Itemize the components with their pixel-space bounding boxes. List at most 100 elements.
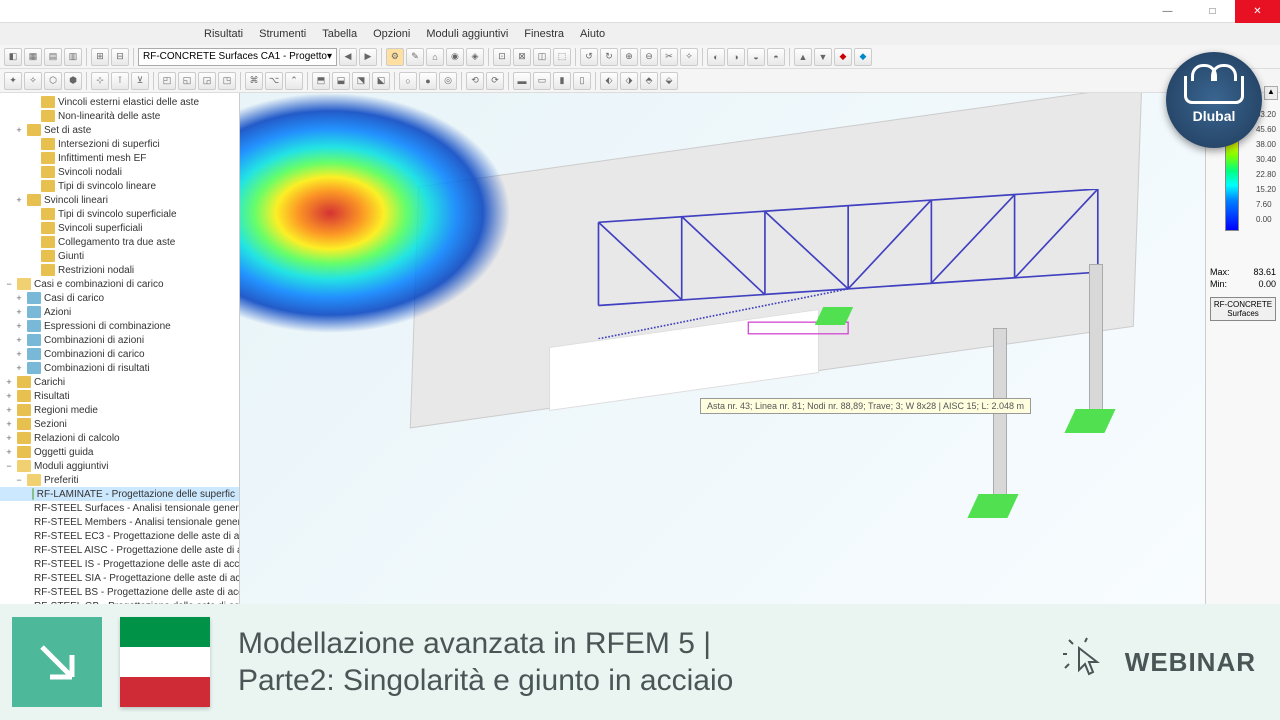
toolbar-button[interactable]: ▶ xyxy=(359,48,377,66)
toolbar-button[interactable]: ◐ xyxy=(707,48,725,66)
tree-item[interactable]: Infittimenti mesh EF xyxy=(0,151,239,165)
toolbar-button[interactable]: ▼ xyxy=(814,48,832,66)
toolbar-button[interactable]: ▮ xyxy=(553,72,571,90)
toolbar-button[interactable]: ◆ xyxy=(834,48,852,66)
toolbar-button[interactable]: ◀ xyxy=(339,48,357,66)
tree-item[interactable]: RF-STEEL Members - Analisi tensionale ge… xyxy=(0,515,239,529)
toolbar-button[interactable]: ⬖ xyxy=(600,72,618,90)
toolbar-button[interactable]: ⟲ xyxy=(466,72,484,90)
maximize-button[interactable]: □ xyxy=(1190,0,1235,23)
toolbar-button[interactable]: ○ xyxy=(399,72,417,90)
toolbar-button[interactable]: ⬡ xyxy=(44,72,62,90)
toolbar-button[interactable]: ↻ xyxy=(600,48,618,66)
tree-item[interactable]: +Sezioni xyxy=(0,417,239,431)
tree-item[interactable]: +Svincoli lineari xyxy=(0,193,239,207)
tree-item[interactable]: +Regioni medie xyxy=(0,403,239,417)
toolbar-button[interactable]: ▤ xyxy=(44,48,62,66)
tree-item[interactable]: +Combinazioni di risultati xyxy=(0,361,239,375)
toolbar-button[interactable]: ⊖ xyxy=(640,48,658,66)
toolbar-button[interactable]: ✎ xyxy=(406,48,424,66)
tree-item[interactable]: Restrizioni nodali xyxy=(0,263,239,277)
viewport-3d[interactable]: Asta nr. 43; Linea nr. 81; Nodi nr. 88,8… xyxy=(240,93,1205,628)
tree-item[interactable]: −Moduli aggiuntivi xyxy=(0,459,239,473)
toolbar-button[interactable]: ⬔ xyxy=(352,72,370,90)
tree-item[interactable]: RF-STEEL SIA - Progettazione delle aste … xyxy=(0,571,239,585)
toolbar-button[interactable]: ◲ xyxy=(198,72,216,90)
toolbar-button[interactable]: ⌃ xyxy=(285,72,303,90)
toolbar-button[interactable]: ⬢ xyxy=(64,72,82,90)
toolbar-button[interactable]: ▯ xyxy=(573,72,591,90)
toolbar-button[interactable]: ◧ xyxy=(4,48,22,66)
tree-item[interactable]: +Combinazioni di azioni xyxy=(0,333,239,347)
tree-item[interactable]: +Risultati xyxy=(0,389,239,403)
tree-item[interactable]: +Casi di carico xyxy=(0,291,239,305)
tree-item[interactable]: +Carichi xyxy=(0,375,239,389)
toolbar-button[interactable]: ✧ xyxy=(680,48,698,66)
tree-item[interactable]: RF-STEEL IS - Progettazione delle aste d… xyxy=(0,557,239,571)
close-button[interactable]: ✕ xyxy=(1235,0,1280,23)
tree-item[interactable]: Tipi di svincolo lineare xyxy=(0,179,239,193)
tree-item[interactable]: −Preferiti xyxy=(0,473,239,487)
menu-risultati[interactable]: Risultati xyxy=(200,28,247,40)
tree-item[interactable]: RF-STEEL Surfaces - Analisi tensionale g… xyxy=(0,501,239,515)
tree-scroll-up[interactable]: ▲ xyxy=(1264,86,1278,100)
tree-item[interactable]: RF-STEEL EC3 - Progettazione delle aste … xyxy=(0,529,239,543)
toolbar-button[interactable]: ↺ xyxy=(580,48,598,66)
toolbar-button[interactable]: ⬗ xyxy=(620,72,638,90)
toolbar-button[interactable]: ✂ xyxy=(660,48,678,66)
menu-strumenti[interactable]: Strumenti xyxy=(255,28,310,40)
toolbar-button[interactable]: ⬘ xyxy=(640,72,658,90)
toolbar-button[interactable]: ▲ xyxy=(794,48,812,66)
menu-tabella[interactable]: Tabella xyxy=(318,28,361,40)
case-dropdown[interactable]: RF-CONCRETE Surfaces CA1 - Progetto ▾ xyxy=(138,48,337,66)
toolbar-button[interactable]: ◈ xyxy=(466,48,484,66)
toolbar-button[interactable]: ◑ xyxy=(727,48,745,66)
tree-item[interactable]: Non-linearità delle aste xyxy=(0,109,239,123)
toolbar-button[interactable]: ⌘ xyxy=(245,72,263,90)
toolbar-button[interactable]: ⬒ xyxy=(312,72,330,90)
toolbar-button[interactable]: ◆ xyxy=(854,48,872,66)
menu-moduli-aggiuntivi[interactable]: Moduli aggiuntivi xyxy=(422,28,512,40)
toolbar-button[interactable]: ⊟ xyxy=(111,48,129,66)
toolbar-button[interactable]: ◳ xyxy=(218,72,236,90)
toolbar-button[interactable]: ⊕ xyxy=(620,48,638,66)
tree-item[interactable]: +Azioni xyxy=(0,305,239,319)
toolbar-button[interactable]: ⌥ xyxy=(265,72,283,90)
tree-item[interactable]: RF-STEEL AISC - Progettazione delle aste… xyxy=(0,543,239,557)
toolbar-button[interactable]: ⟳ xyxy=(486,72,504,90)
toolbar-button[interactable]: ◫ xyxy=(533,48,551,66)
toolbar-button[interactable]: ⊠ xyxy=(513,48,531,66)
toolbar-button[interactable]: ⊡ xyxy=(493,48,511,66)
toolbar-button[interactable]: ⚙ xyxy=(386,48,404,66)
menu-finestra[interactable]: Finestra xyxy=(520,28,568,40)
tree-item[interactable]: Vincoli esterni elastici delle aste xyxy=(0,95,239,109)
tree-item[interactable]: +Set di aste xyxy=(0,123,239,137)
tree-item[interactable]: +Combinazioni di carico xyxy=(0,347,239,361)
toolbar-button[interactable]: ⊺ xyxy=(111,72,129,90)
toolbar-button[interactable]: ◎ xyxy=(439,72,457,90)
menu-aiuto[interactable]: Aiuto xyxy=(576,28,609,40)
toolbar-button[interactable]: ◰ xyxy=(158,72,176,90)
toolbar-button[interactable]: ✧ xyxy=(24,72,42,90)
tree-item[interactable]: Collegamento tra due aste xyxy=(0,235,239,249)
toolbar-button[interactable]: ⬚ xyxy=(553,48,571,66)
tree-item[interactable]: RF-STEEL BS - Progettazione delle aste d… xyxy=(0,585,239,599)
toolbar-button[interactable]: ✦ xyxy=(4,72,22,90)
toolbar-button[interactable]: ◱ xyxy=(178,72,196,90)
tree-item[interactable]: +Espressioni di combinazione xyxy=(0,319,239,333)
toolbar-button[interactable]: ⊞ xyxy=(91,48,109,66)
tree-item[interactable]: Intersezioni di superfici xyxy=(0,137,239,151)
toolbar-button[interactable]: ▥ xyxy=(64,48,82,66)
tree-item[interactable]: +Oggetti guida xyxy=(0,445,239,459)
tree-item[interactable]: Giunti xyxy=(0,249,239,263)
tree-item[interactable]: Svincoli nodali xyxy=(0,165,239,179)
toolbar-button[interactable]: ⊹ xyxy=(91,72,109,90)
toolbar-button[interactable]: ⊻ xyxy=(131,72,149,90)
tree-item[interactable]: RF-LAMINATE - Progettazione delle superf… xyxy=(0,487,239,501)
toolbar-button[interactable]: ◒ xyxy=(747,48,765,66)
navigator-tree[interactable]: Vincoli esterni elastici delle asteNon-l… xyxy=(0,93,240,628)
menu-opzioni[interactable]: Opzioni xyxy=(369,28,414,40)
toolbar-button[interactable]: ⌂ xyxy=(426,48,444,66)
rf-concrete-button[interactable]: RF-CONCRETE Surfaces xyxy=(1210,297,1276,321)
toolbar-button[interactable]: ◓ xyxy=(767,48,785,66)
